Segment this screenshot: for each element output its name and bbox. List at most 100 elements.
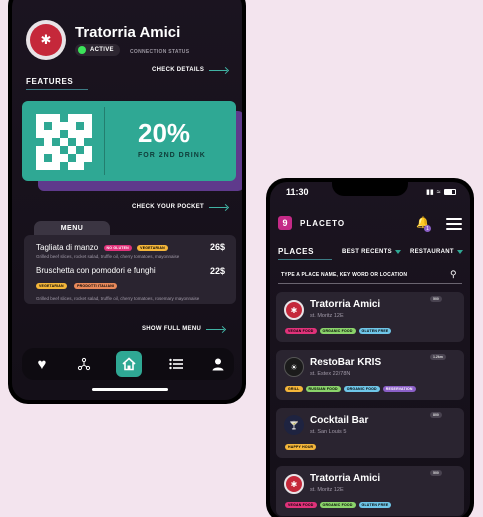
signal-icon: ▮▮	[426, 189, 434, 196]
venue-name: Tratorria Amici	[310, 299, 381, 310]
list-icon[interactable]	[164, 352, 188, 376]
restaurant-name: Tratorria Amici	[75, 24, 181, 41]
share-glyph	[77, 357, 91, 371]
battery-icon	[443, 189, 456, 195]
check-details-label: CHECK DETAILS	[152, 67, 205, 73]
user-icon[interactable]	[206, 352, 230, 376]
arrow-right-icon	[209, 206, 227, 208]
type-filter-label: RESTAURANT	[410, 249, 454, 255]
restaurant-screen: ✱ Tratorria Amici ACTIVE CONNECTION STAT…	[12, 0, 242, 400]
promo-voucher[interactable]: 20% FOR 2ND DRINK	[22, 101, 236, 181]
menu-icon[interactable]	[446, 218, 462, 230]
show-full-menu-label: SHOW FULL MENU	[142, 326, 202, 332]
venue-card[interactable]: 🍸 Cocktail Bar st. San Louis 5 800 HAPPY…	[276, 408, 464, 458]
venue-tag: ORGANIC FOOD	[319, 502, 356, 508]
features-heading: FEATURES	[26, 77, 74, 86]
dish-tags: VEGETARIAN PRODOTTI ITALIANI	[33, 277, 208, 295]
arrow-right-icon	[206, 328, 225, 330]
distance-badge: 500	[430, 296, 442, 302]
venue-address: st. Estex 22/78N	[310, 371, 351, 377]
notification-badge: 1	[424, 225, 431, 232]
venue-address: st. San Louis 5	[310, 429, 347, 435]
venue-tag: ORGANIC FOOD	[343, 386, 380, 392]
status-icons: ▮▮ ≈	[426, 188, 456, 196]
status-dot-icon	[78, 46, 86, 54]
distance-badge: 1.2km	[430, 354, 446, 360]
dish-tag: VEGETARIAN	[36, 282, 67, 289]
features-underline	[26, 89, 88, 90]
venue-tag: HAPPY HOUR	[285, 444, 317, 450]
dish-name: Tagliata di manzo NO GLUTEN VEGETARIAN	[36, 243, 206, 252]
venue-card[interactable]: ✱ Tratorria Amici st. Moritz 12E 500 VEG…	[276, 466, 464, 516]
show-full-menu-link[interactable]: SHOW FULL MENU	[142, 326, 225, 332]
phone-notch	[332, 182, 408, 196]
venue-tag: RUSSIAN FOOD	[305, 386, 341, 392]
menu-item[interactable]: Bruschetta con pomodori e funghi VEGETAR…	[36, 266, 208, 301]
search-underline	[278, 283, 462, 284]
brand-name: PLACETO	[300, 219, 346, 228]
share-icon[interactable]	[72, 352, 96, 376]
home-icon	[122, 357, 136, 371]
venue-address: st. Moritz 12E	[310, 487, 344, 493]
dish-price: 26$	[210, 242, 226, 252]
dish-name: Bruschetta con pomodori e funghi	[36, 266, 156, 275]
venue-tags: VEGAN FOOD ORGANIC FOOD GLUTEN FREE	[285, 502, 392, 508]
venue-tag: RESERVATION	[382, 386, 416, 392]
menu-item[interactable]: Tagliata di manzo NO GLUTEN VEGETARIAN G…	[36, 243, 206, 259]
venue-name: Tratorria Amici	[310, 473, 381, 484]
restaurant-logo-icon: ✱	[284, 474, 304, 494]
status-label: ACTIVE	[90, 47, 114, 53]
venue-tags: GRILL RUSSIAN FOOD ORGANIC FOOD RESERVAT…	[285, 386, 416, 392]
check-pocket-link[interactable]: CHECK YOUR POCKET	[132, 204, 227, 210]
heart-icon[interactable]: ♥	[30, 352, 54, 376]
search-icon[interactable]: ⚲	[450, 269, 457, 280]
venue-card[interactable]: ✱ Tratorria Amici st. Moritz 12E 500 VEG…	[276, 292, 464, 342]
status-badge: ACTIVE	[75, 44, 120, 56]
venue-address: st. Moritz 12E	[310, 313, 344, 319]
dish-tag: VEGETARIAN	[137, 244, 168, 251]
venue-tag: GLUTEN FREE	[358, 328, 392, 334]
venue-name: RestoBar KRIS	[310, 357, 382, 368]
wifi-icon: ≈	[436, 188, 441, 196]
list-glyph	[169, 358, 183, 370]
dish-tag: PRODOTTI ITALIANI	[74, 282, 118, 289]
chevron-down-icon	[456, 250, 463, 254]
status-caption: CONNECTION STATUS	[130, 49, 190, 55]
placeto-logo-icon: 9	[278, 216, 292, 230]
distance-badge: 500	[430, 470, 442, 476]
restaurant-phone-mockup: ✱ Tratorria Amici ACTIVE CONNECTION STAT…	[8, 0, 246, 404]
venue-card[interactable]: ☀ RestoBar KRIS st. Estex 22/78N 1.2km G…	[276, 350, 464, 400]
venue-tags: VEGAN FOOD ORGANIC FOOD GLUTEN FREE	[285, 328, 392, 334]
sort-filter[interactable]: BEST RECENTS	[342, 249, 401, 255]
cocktail-logo-icon: 🍸	[284, 415, 304, 435]
dish-description: Grilled beef slices, rocket salad, truff…	[36, 254, 180, 259]
search-input[interactable]: TYPE A PLACE NAME, KEY WORD OR LOCATION	[281, 272, 407, 278]
user-glyph	[212, 358, 224, 371]
home-indicator	[92, 388, 168, 391]
arrow-right-icon	[209, 69, 228, 71]
promo-caption: FOR 2ND DRINK	[138, 152, 206, 159]
check-pocket-label: CHECK YOUR POCKET	[132, 204, 204, 210]
home-tab[interactable]	[116, 351, 142, 377]
sort-filter-label: BEST RECENTS	[342, 249, 392, 255]
menu-card: Tagliata di manzo NO GLUTEN VEGETARIAN G…	[24, 235, 236, 304]
restobar-logo-icon: ☀	[284, 357, 304, 377]
places-phone-mockup: 11:30 ▮▮ ≈ 9 PLACETO 🔔 1 PLACES BEST REC…	[266, 178, 474, 517]
venue-tag: VEGAN FOOD	[285, 502, 317, 508]
distance-badge: 800	[430, 412, 442, 418]
bottom-tab-bar: ♥	[22, 348, 234, 380]
restaurant-logo-icon: ✱	[284, 300, 304, 320]
check-details-link[interactable]: CHECK DETAILS	[152, 67, 228, 73]
qr-code-icon	[36, 114, 92, 170]
venue-tag: VEGAN FOOD	[285, 328, 317, 334]
dish-description: Grilled beef slices, rocket salad, truff…	[36, 296, 200, 301]
voucher-divider	[104, 107, 105, 175]
venue-tag: ORGANIC FOOD	[319, 328, 356, 334]
menu-tab[interactable]: MENU	[34, 221, 110, 235]
promo-value: 20%	[138, 118, 191, 148]
venue-tag: GRILL	[285, 386, 303, 392]
cutlery-icon: ✱	[30, 24, 62, 56]
restaurant-logo: ✱	[26, 20, 66, 60]
dish-price: 22$	[210, 266, 226, 276]
type-filter[interactable]: RESTAURANT	[410, 249, 463, 255]
